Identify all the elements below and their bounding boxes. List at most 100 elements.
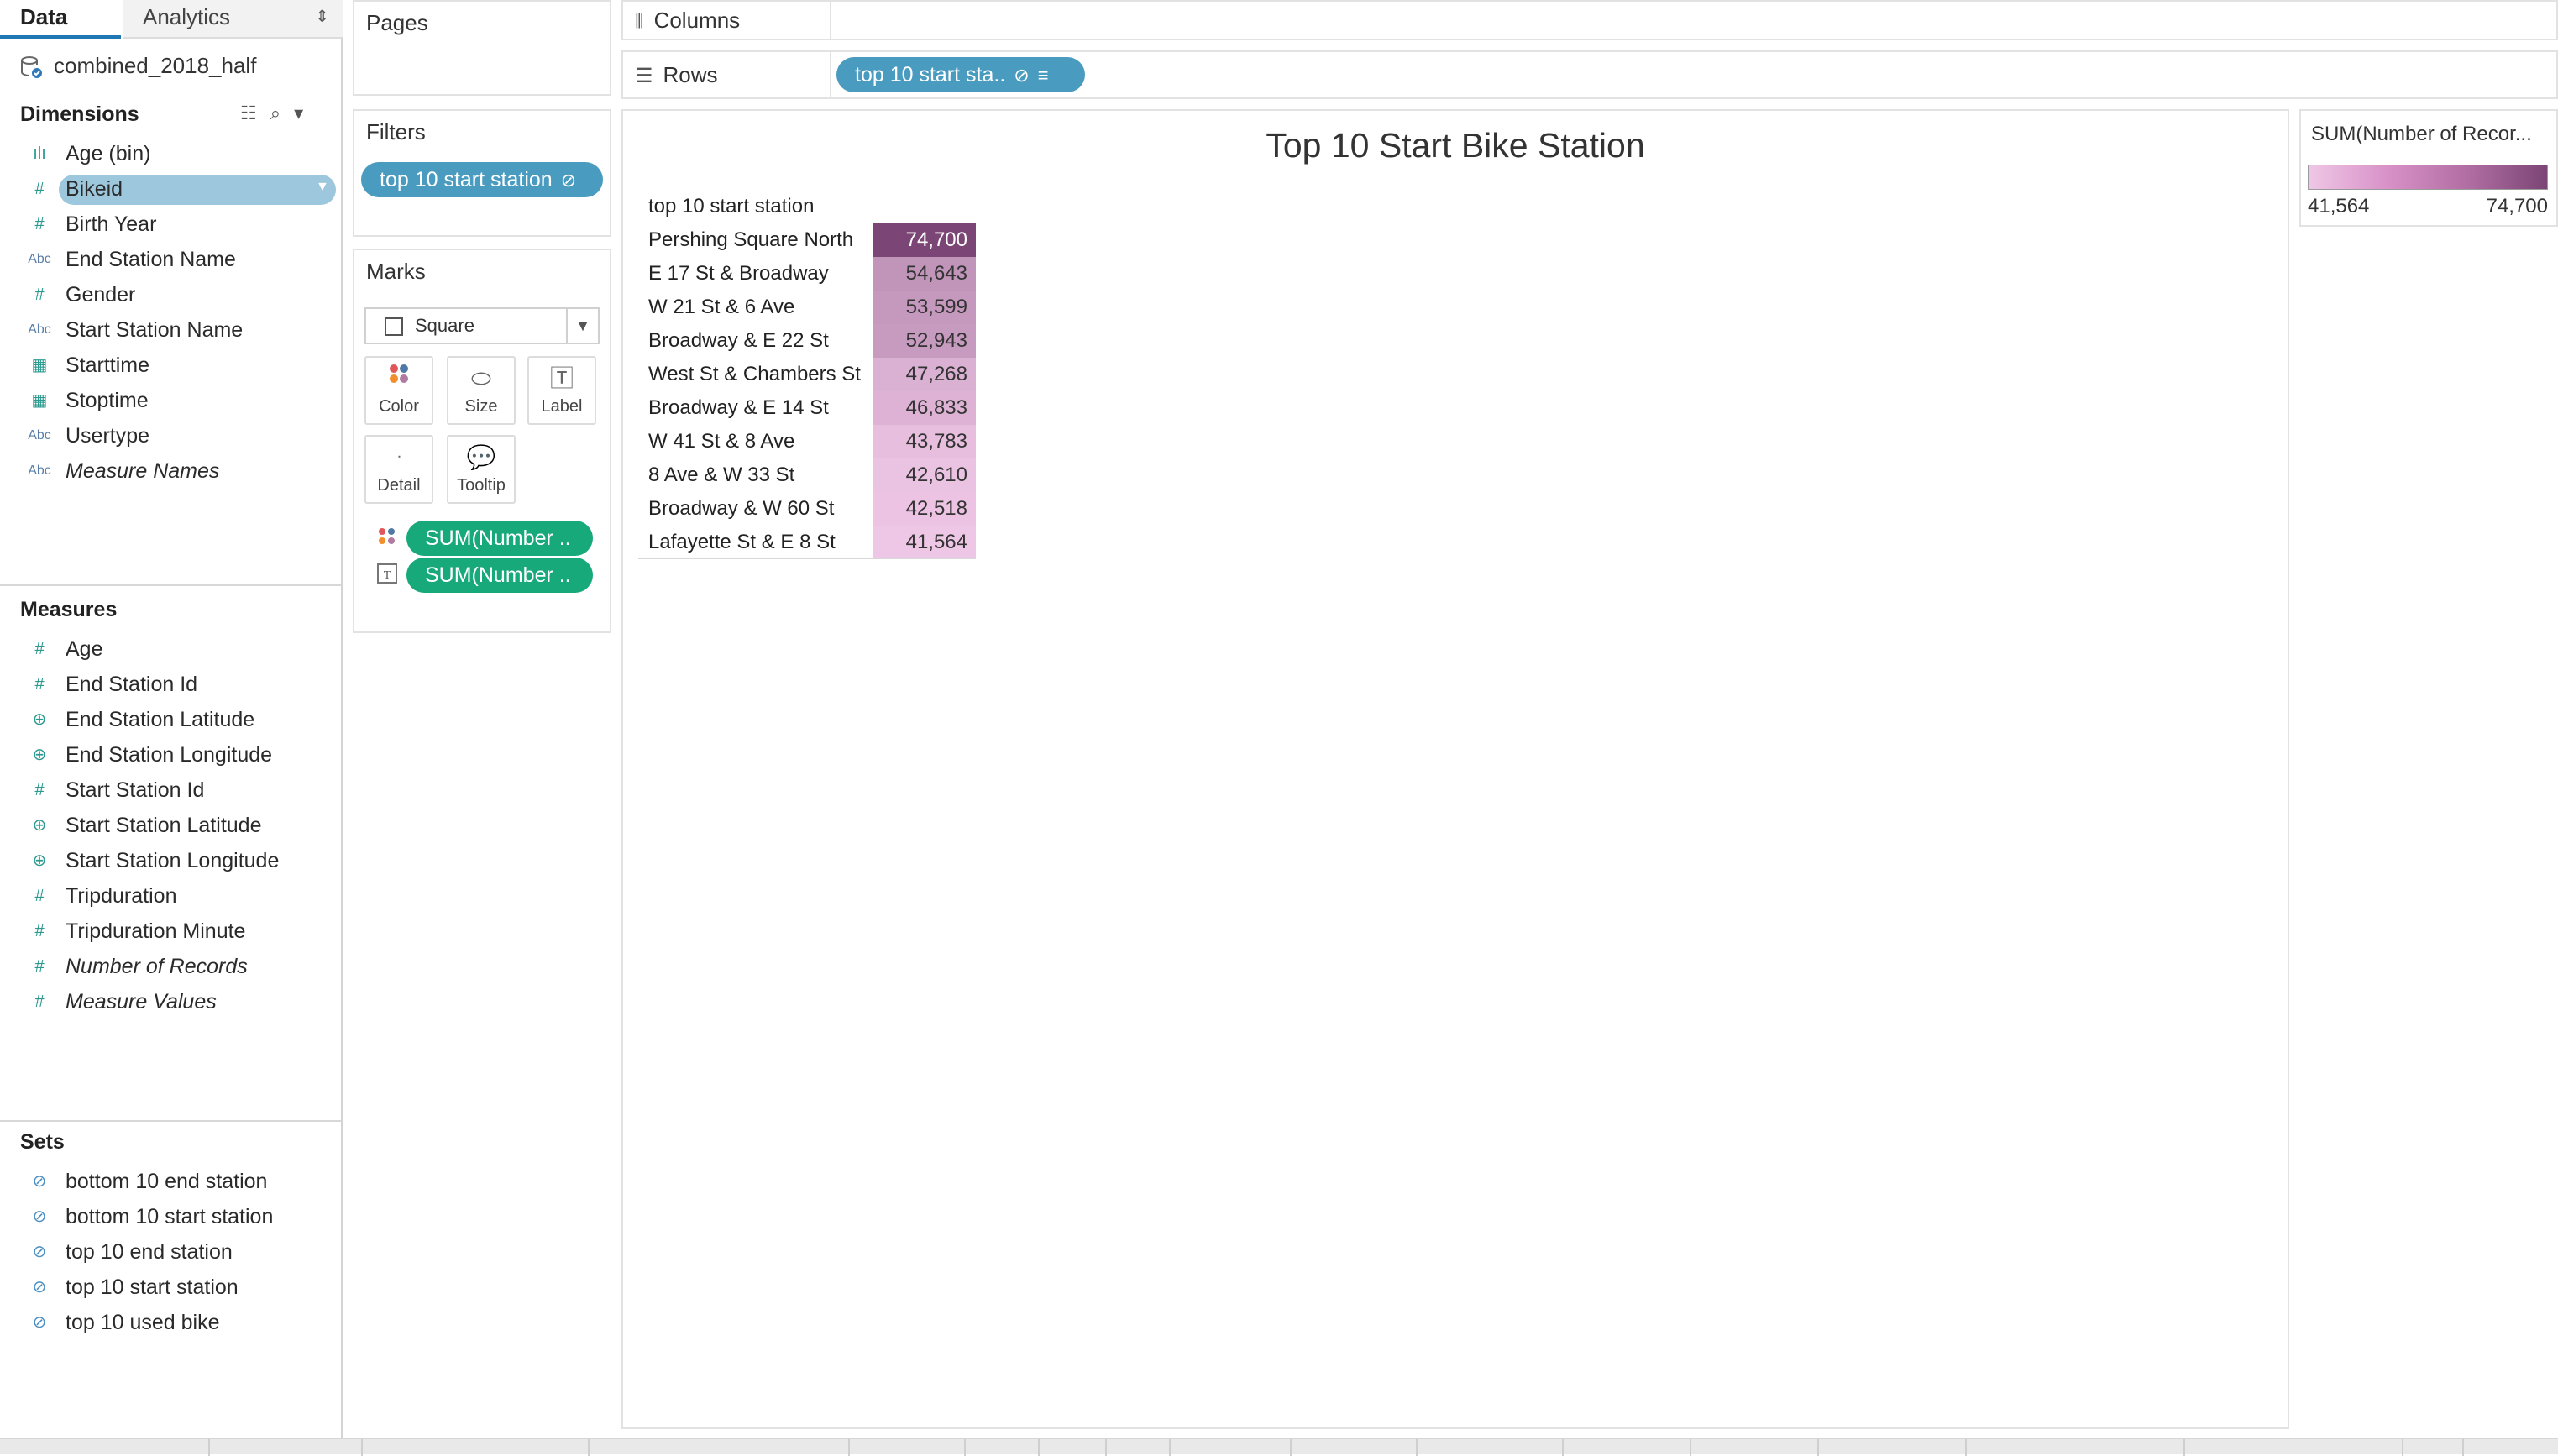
tab-analytics[interactable]: Analytics ⇕	[123, 0, 343, 39]
table-row[interactable]: W 41 St & 8 Ave 43,783	[638, 425, 976, 458]
table-row[interactable]: W 21 St & 6 Ave 53,599	[638, 291, 976, 324]
record-count-cell: 52,943	[873, 324, 976, 358]
table-row[interactable]: West St & Chambers St 47,268	[638, 358, 976, 391]
measure-field[interactable]: # Tripduration Minute	[25, 914, 245, 949]
table-row[interactable]: 8 Ave & W 33 St 42,610	[638, 458, 976, 492]
table-row[interactable]: Broadway & E 22 St 52,943	[638, 324, 976, 358]
field-label: bottom 10 end station	[66, 1170, 268, 1193]
record-count-cell: 42,518	[873, 492, 976, 526]
station-name: W 41 St & 8 Ave	[648, 430, 795, 453]
abc-icon: Abc	[28, 252, 51, 266]
set-icon: ⊘	[560, 170, 577, 191]
dimension-field[interactable]: Abc Measure Names	[25, 453, 219, 489]
dimension-field[interactable]: # Bikeid	[25, 171, 123, 207]
mark-type-dropdown[interactable]: Square ▼	[364, 307, 600, 344]
dropdown-arrow-icon[interactable]: ▼	[316, 180, 329, 195]
dimension-field[interactable]: # Birth Year	[25, 207, 156, 242]
pages-card[interactable]: Pages	[353, 0, 611, 96]
measure-field[interactable]: # Start Station Id	[25, 773, 204, 808]
measure-field[interactable]: ⊕ End Station Longitude	[25, 737, 272, 773]
set-field[interactable]: ⊘ top 10 used bike	[25, 1305, 220, 1340]
record-count-cell: 47,268	[873, 358, 976, 391]
sheet-tab-divider	[2462, 1439, 2464, 1456]
table-row[interactable]: Lafayette St & E 8 St 41,564	[638, 526, 976, 559]
station-name: 8 Ave & W 33 St	[648, 464, 795, 486]
chevron-down-icon[interactable]: ▾	[294, 102, 303, 123]
number-icon: #	[34, 781, 45, 799]
rows-shelf-label: ☰ Rows	[623, 52, 831, 97]
measure-field[interactable]: # Tripduration	[25, 878, 176, 914]
table-row[interactable]: E 17 St & Broadway 54,643	[638, 257, 976, 291]
measure-field[interactable]: # End Station Id	[25, 667, 197, 702]
set-icon: ⊘	[32, 1172, 47, 1191]
set-icon: ⊘	[32, 1313, 47, 1332]
measure-field[interactable]: ⊕ Start Station Latitude	[25, 808, 262, 843]
sheet-tab-strip[interactable]	[0, 1438, 2558, 1456]
datasource-item[interactable]: combined_2018_half	[18, 49, 256, 82]
table-row[interactable]: Pershing Square North 74,700	[638, 223, 976, 257]
field-label: Age	[66, 637, 103, 661]
chevron-down-icon: ▼	[566, 309, 598, 343]
set-field[interactable]: ⊘ bottom 10 end station	[25, 1164, 268, 1199]
field-label: Start Station Latitude	[66, 814, 262, 837]
size-button[interactable]: ⬭ Size	[447, 356, 516, 425]
mark-type-label: Square	[415, 315, 474, 336]
measure-field[interactable]: # Measure Values	[25, 984, 216, 1019]
table-row[interactable]: Broadway & E 14 St 46,833	[638, 391, 976, 425]
field-label: Tripduration	[66, 884, 177, 908]
speech-bubble-icon: 💬	[466, 444, 496, 470]
table-row[interactable]: Broadway & W 60 St 42,518	[638, 492, 976, 526]
abc-icon: Abc	[28, 428, 51, 443]
record-count-cell: 41,564	[873, 526, 976, 559]
pages-title: Pages	[366, 10, 428, 35]
number-icon: #	[34, 285, 45, 304]
label-measure-pill[interactable]: SUM(Number ..	[406, 558, 593, 593]
dimension-field[interactable]: Abc Start Station Name	[25, 312, 243, 348]
station-name: W 21 St & 6 Ave	[648, 296, 795, 318]
sheet-tab-divider	[2183, 1439, 2185, 1456]
field-label: Start Station Id	[66, 778, 205, 802]
filter-pill[interactable]: top 10 start station ⊘	[361, 162, 603, 197]
measure-field[interactable]: ⊕ Start Station Longitude	[25, 843, 280, 878]
dimension-field[interactable]: ılı Age (bin)	[25, 136, 150, 171]
set-icon: ⊘	[32, 1207, 47, 1226]
legend-color-ramp	[2308, 165, 2548, 190]
tab-data[interactable]: Data	[0, 0, 121, 39]
sheet-tab-divider	[848, 1439, 850, 1456]
set-field[interactable]: ⊘ top 10 end station	[25, 1234, 233, 1270]
dimension-field[interactable]: # Gender	[25, 277, 135, 312]
sheet-tab-divider	[964, 1439, 966, 1456]
measure-field[interactable]: # Number of Records	[25, 949, 247, 984]
size-button-label: Size	[464, 397, 498, 416]
dimension-field[interactable]: Abc Usertype	[25, 418, 149, 453]
set-field[interactable]: ⊘ top 10 start station	[25, 1270, 239, 1305]
columns-shelf[interactable]: ⦀ Columns	[621, 0, 2558, 40]
record-count-cell: 74,700	[873, 223, 976, 257]
dimension-field[interactable]: ▦ Starttime	[25, 348, 149, 383]
sheet-tab-divider	[1038, 1439, 1040, 1456]
set-field[interactable]: ⊘ bottom 10 start station	[25, 1199, 274, 1234]
color-measure-pill[interactable]: SUM(Number ..	[406, 521, 593, 556]
measure-field[interactable]: ⊕ End Station Latitude	[25, 702, 255, 737]
rows-pill[interactable]: top 10 start sta.. ⊘ ≡	[836, 57, 1085, 92]
search-icon[interactable]: ⌕	[270, 102, 280, 123]
list-view-icon[interactable]: ☷	[240, 102, 257, 123]
color-button[interactable]: Color	[364, 356, 433, 425]
field-label: End Station Name	[66, 248, 236, 271]
dimension-field[interactable]: ▦ Stoptime	[25, 383, 149, 418]
rows-pill-label: top 10 start sta..	[855, 63, 1006, 86]
section-divider	[0, 1120, 341, 1122]
rows-label: Rows	[663, 62, 718, 87]
field-label: Measure Names	[66, 459, 220, 483]
label-button[interactable]: 🅃 Label	[527, 356, 596, 425]
abc-icon: Abc	[28, 322, 51, 337]
dimensions-tools: ☷ ⌕ ▾	[240, 102, 317, 124]
filters-title: Filters	[366, 119, 426, 144]
tooltip-button[interactable]: 💬 Tooltip	[447, 435, 516, 504]
station-name: Broadway & E 14 St	[648, 396, 829, 419]
sheet-tab-divider	[1690, 1439, 1691, 1456]
columns-label: Columns	[653, 8, 741, 33]
dimension-field[interactable]: Abc End Station Name	[25, 242, 236, 277]
detail-button[interactable]: ᐧ Detail	[364, 435, 433, 504]
measure-field[interactable]: # Age	[25, 631, 102, 667]
